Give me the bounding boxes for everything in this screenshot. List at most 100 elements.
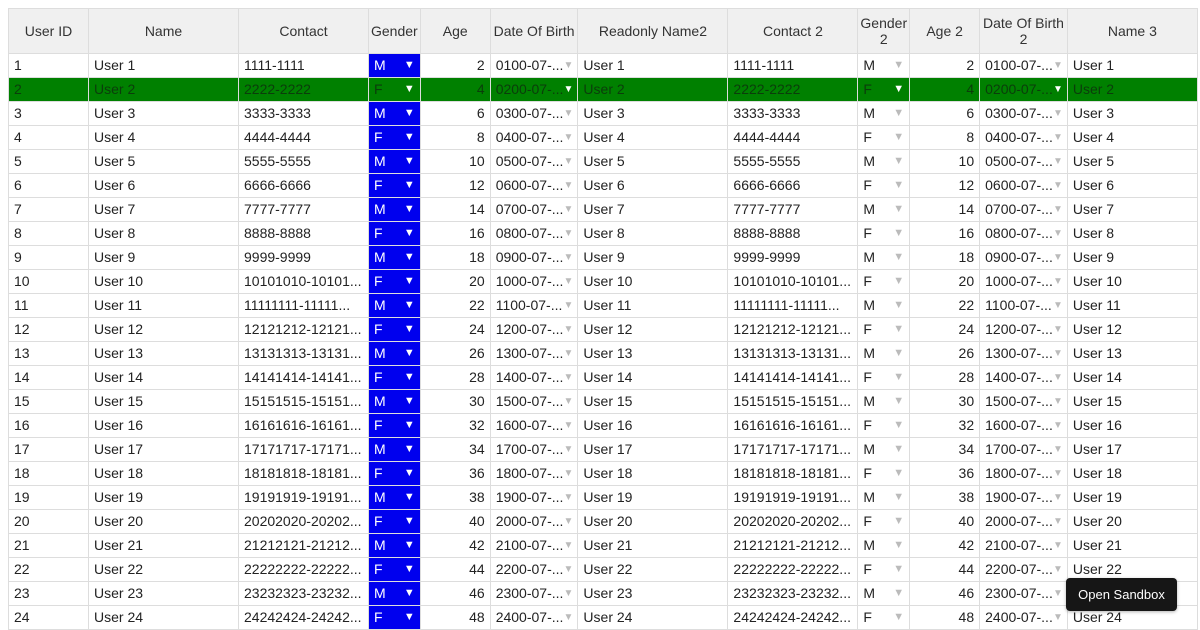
- chevron-down-icon[interactable]: ▼: [404, 271, 415, 293]
- cell-contact2[interactable]: 10101010-10101...: [727, 269, 859, 294]
- cell-contact[interactable]: 22222222-22222...: [238, 557, 369, 582]
- cell-dob[interactable]: 1600-07-... ▼: [489, 413, 579, 438]
- chevron-down-icon[interactable]: ▼: [404, 223, 415, 245]
- cell-gender[interactable]: F ▼: [368, 269, 421, 294]
- cell-dob2[interactable]: 0500-07-... ▼: [979, 149, 1068, 174]
- cell-age[interactable]: 8: [419, 125, 491, 150]
- chevron-down-icon[interactable]: ▼: [404, 103, 415, 125]
- cell-name[interactable]: User 12: [88, 317, 239, 342]
- cell-dob[interactable]: 0700-07-... ▼: [489, 197, 579, 222]
- chevron-down-icon[interactable]: ▼: [893, 127, 904, 149]
- cell-dob2[interactable]: 1300-07-... ▼: [979, 341, 1068, 366]
- cell-gender2[interactable]: F ▼: [857, 221, 911, 246]
- table-row[interactable]: 6 User 6 6666-6666 F ▼ 12 0600-07-... ▼ User 6 66…: [8, 173, 1198, 198]
- cell-gender[interactable]: M ▼: [368, 437, 421, 462]
- cell-contact2[interactable]: 24242424-24242...: [727, 605, 859, 630]
- cell-contact[interactable]: 15151515-15151...: [238, 389, 369, 414]
- cell-readonlyName2[interactable]: User 12: [577, 317, 729, 342]
- cell-dob2[interactable]: 1700-07-... ▼: [979, 437, 1068, 462]
- chevron-down-icon[interactable]: ▼: [404, 295, 415, 317]
- cell-contact[interactable]: 12121212-12121...: [238, 317, 369, 342]
- cell-age[interactable]: 24: [419, 317, 491, 342]
- column-header-age[interactable]: Age: [419, 8, 491, 54]
- cell-gender[interactable]: F ▼: [368, 173, 421, 198]
- chevron-down-icon[interactable]: ▼: [564, 487, 574, 509]
- cell-gender2[interactable]: M ▼: [857, 389, 911, 414]
- table-row[interactable]: 19 User 19 19191919-19191... M ▼ 38 1900-07-..…: [8, 485, 1198, 510]
- cell-gender2[interactable]: F ▼: [857, 173, 911, 198]
- chevron-down-icon[interactable]: ▼: [1053, 151, 1063, 173]
- cell-userId[interactable]: 7: [8, 197, 89, 222]
- cell-gender2[interactable]: M ▼: [857, 485, 911, 510]
- chevron-down-icon[interactable]: ▼: [893, 175, 904, 197]
- cell-contact[interactable]: 11111111-11111...: [238, 293, 369, 318]
- cell-name[interactable]: User 19: [88, 485, 239, 510]
- cell-contact2[interactable]: 21212121-21212...: [727, 533, 859, 558]
- cell-userId[interactable]: 14: [8, 365, 89, 390]
- table-row[interactable]: 9 User 9 9999-9999 M ▼ 18 0900-07-... ▼ User 9 99…: [8, 245, 1198, 270]
- cell-contact[interactable]: 19191919-19191...: [238, 485, 369, 510]
- cell-gender2[interactable]: M ▼: [857, 293, 911, 318]
- column-header-gender[interactable]: Gender: [368, 8, 421, 54]
- cell-name[interactable]: User 15: [88, 389, 239, 414]
- chevron-down-icon[interactable]: ▼: [1053, 247, 1063, 269]
- chevron-down-icon[interactable]: ▼: [404, 319, 415, 341]
- chevron-down-icon[interactable]: ▼: [1053, 487, 1063, 509]
- cell-name3[interactable]: User 15: [1066, 389, 1198, 414]
- table-row[interactable]: 17 User 17 17171717-17171... M ▼ 34 1700-07-..…: [8, 437, 1198, 462]
- cell-name[interactable]: User 16: [88, 413, 239, 438]
- table-row[interactable]: 2 User 2 2222-2222 F ▼ 4 0200-07-... ▼ User 2 222…: [8, 77, 1198, 102]
- cell-contact2[interactable]: 15151515-15151...: [727, 389, 859, 414]
- cell-contact[interactable]: 16161616-16161...: [238, 413, 369, 438]
- cell-readonlyName2[interactable]: User 7: [577, 197, 729, 222]
- chevron-down-icon[interactable]: ▼: [1053, 175, 1063, 197]
- cell-name3[interactable]: User 21: [1066, 533, 1198, 558]
- chevron-down-icon[interactable]: ▼: [564, 223, 574, 245]
- cell-gender2[interactable]: M ▼: [857, 341, 911, 366]
- chevron-down-icon[interactable]: ▼: [404, 391, 415, 413]
- cell-dob2[interactable]: 2000-07-... ▼: [979, 509, 1068, 534]
- chevron-down-icon[interactable]: ▼: [1053, 127, 1063, 149]
- cell-age2[interactable]: 48: [909, 605, 981, 630]
- chevron-down-icon[interactable]: ▼: [564, 463, 574, 485]
- chevron-down-icon[interactable]: ▼: [893, 367, 904, 389]
- cell-gender[interactable]: F ▼: [368, 605, 421, 630]
- cell-name3[interactable]: User 13: [1066, 341, 1198, 366]
- cell-age2[interactable]: 24: [909, 317, 981, 342]
- cell-age2[interactable]: 14: [909, 197, 981, 222]
- cell-contact[interactable]: 8888-8888: [238, 221, 369, 246]
- cell-gender[interactable]: M ▼: [368, 149, 421, 174]
- cell-dob[interactable]: 2400-07-... ▼: [489, 605, 579, 630]
- cell-dob2[interactable]: 0600-07-... ▼: [979, 173, 1068, 198]
- column-header-contact2[interactable]: Contact 2: [727, 8, 859, 54]
- chevron-down-icon[interactable]: ▼: [1053, 55, 1063, 77]
- cell-userId[interactable]: 9: [8, 245, 89, 270]
- cell-contact[interactable]: 7777-7777: [238, 197, 369, 222]
- chevron-down-icon[interactable]: ▼: [404, 55, 415, 77]
- chevron-down-icon[interactable]: ▼: [893, 583, 904, 605]
- cell-name[interactable]: User 22: [88, 557, 239, 582]
- cell-dob2[interactable]: 2200-07-... ▼: [979, 557, 1068, 582]
- cell-contact2[interactable]: 2222-2222: [727, 77, 859, 102]
- cell-gender2[interactable]: F ▼: [857, 413, 911, 438]
- cell-dob2[interactable]: 2400-07-... ▼: [979, 605, 1068, 630]
- cell-contact2[interactable]: 3333-3333: [727, 101, 859, 126]
- cell-dob2[interactable]: 1000-07-... ▼: [979, 269, 1068, 294]
- chevron-down-icon[interactable]: ▼: [893, 415, 904, 437]
- chevron-down-icon[interactable]: ▼: [404, 487, 415, 509]
- cell-userId[interactable]: 16: [8, 413, 89, 438]
- cell-contact2[interactable]: 8888-8888: [727, 221, 859, 246]
- cell-readonlyName2[interactable]: User 4: [577, 125, 729, 150]
- cell-contact2[interactable]: 18181818-18181...: [727, 461, 859, 486]
- cell-name3[interactable]: User 11: [1066, 293, 1198, 318]
- cell-age[interactable]: 36: [419, 461, 491, 486]
- cell-userId[interactable]: 13: [8, 341, 89, 366]
- column-header-age2[interactable]: Age 2: [909, 8, 981, 54]
- cell-gender2[interactable]: F ▼: [857, 509, 911, 534]
- cell-userId[interactable]: 6: [8, 173, 89, 198]
- cell-contact[interactable]: 9999-9999: [238, 245, 369, 270]
- cell-readonlyName2[interactable]: User 13: [577, 341, 729, 366]
- chevron-down-icon[interactable]: ▼: [893, 391, 904, 413]
- cell-dob2[interactable]: 1900-07-... ▼: [979, 485, 1068, 510]
- cell-userId[interactable]: 19: [8, 485, 89, 510]
